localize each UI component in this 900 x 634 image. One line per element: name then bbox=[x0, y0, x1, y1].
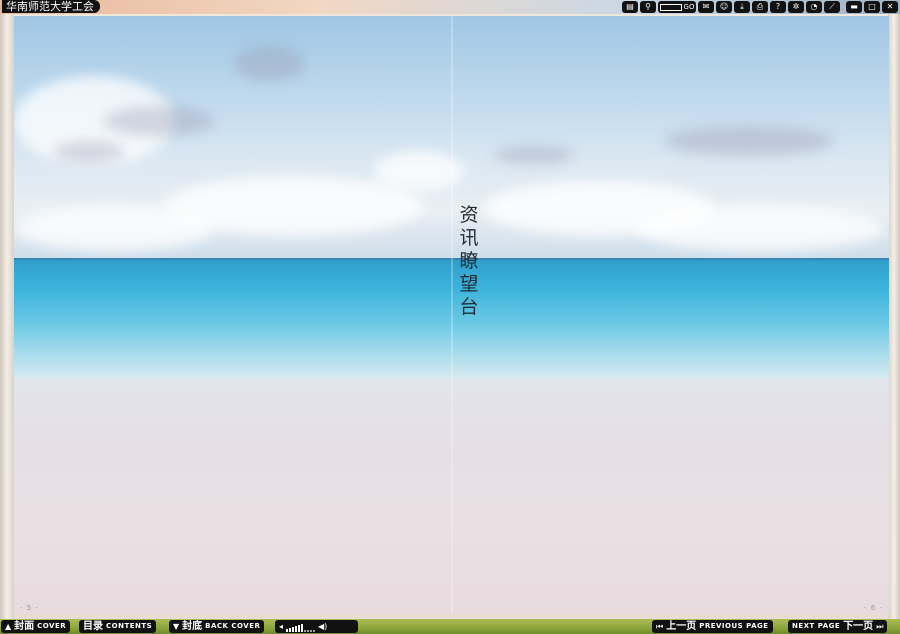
settings-icon[interactable]: ✲ bbox=[788, 1, 804, 13]
back-cover-label-en: BACK COVER bbox=[205, 622, 261, 630]
navigation-bar: ▲ 封面 COVER 目录 CONTENTS ▼ 封底 BACK COVER ◂… bbox=[0, 619, 900, 634]
maximize-icon[interactable]: □ bbox=[864, 1, 880, 13]
volume-bar bbox=[289, 627, 292, 632]
go-button[interactable]: GO bbox=[684, 1, 695, 13]
back-cover-button[interactable]: ▼ 封底 BACK COVER bbox=[169, 620, 265, 633]
volume-bar bbox=[292, 626, 295, 632]
toolbar: ▤ ⚲ GO ✉ ☺ ⤓ ⎙ ? ✲ ◔ ⟋ ▬ □ ✕ bbox=[622, 1, 898, 13]
down-arrow-icon: ▼ bbox=[173, 622, 180, 631]
volume-control[interactable]: ◂ ◀) bbox=[275, 620, 358, 633]
first-page-icon: ⏮ bbox=[656, 622, 664, 631]
volume-bar bbox=[286, 628, 289, 632]
close-icon[interactable]: ✕ bbox=[882, 1, 898, 13]
left-page-number: - 5 - bbox=[20, 604, 39, 612]
clock-icon[interactable]: ◔ bbox=[806, 1, 822, 13]
previous-label-en: PREVIOUS PAGE bbox=[699, 622, 769, 630]
share-icon[interactable]: ⟋ bbox=[824, 1, 840, 13]
next-page-button[interactable]: NEXT PAGE 下一页 ⏭ bbox=[788, 620, 888, 633]
volume-bar bbox=[298, 624, 301, 632]
zoom-icon[interactable]: ⚲ bbox=[640, 1, 656, 13]
volume-bar bbox=[304, 629, 307, 632]
user-icon[interactable]: ☺ bbox=[716, 1, 732, 13]
next-label-zh: 下一页 bbox=[843, 621, 874, 632]
cover-label-zh: 封面 bbox=[14, 621, 35, 632]
volume-bar bbox=[301, 623, 304, 632]
volume-bar bbox=[307, 629, 310, 632]
title-bar: 华南师范大学工会 ▤ ⚲ GO ✉ ☺ ⤓ ⎙ ? ✲ ◔ ⟋ ▬ □ ✕ bbox=[0, 0, 900, 14]
up-arrow-icon: ▲ bbox=[5, 622, 12, 631]
contents-button[interactable]: 目录 CONTENTS bbox=[79, 620, 157, 633]
contents-label-en: CONTENTS bbox=[106, 622, 153, 630]
page-gutter bbox=[451, 16, 453, 614]
page-headline: 资讯瞭望台 bbox=[459, 204, 479, 318]
next-label-en: NEXT PAGE bbox=[792, 622, 841, 630]
right-page-number: - 6 - bbox=[864, 604, 883, 612]
volume-bar bbox=[313, 629, 316, 632]
previous-label-zh: 上一页 bbox=[666, 621, 697, 632]
app-title: 华南师范大学工会 bbox=[2, 0, 100, 13]
volume-bar bbox=[295, 625, 298, 632]
volume-bar bbox=[310, 629, 313, 632]
download-icon[interactable]: ⤓ bbox=[734, 1, 750, 13]
volume-slider[interactable] bbox=[286, 622, 316, 632]
speaker-icon[interactable]: ◀) bbox=[318, 620, 327, 633]
page-spread[interactable]: 资讯瞭望台 - 5 - - 6 - bbox=[14, 16, 889, 614]
right-page-edge[interactable] bbox=[888, 14, 900, 619]
back-cover-label-zh: 封底 bbox=[182, 621, 203, 632]
left-page-edge[interactable] bbox=[0, 14, 14, 619]
last-page-icon: ⏭ bbox=[876, 622, 884, 631]
comment-icon[interactable]: ✉ bbox=[698, 1, 714, 13]
page-input[interactable]: GO bbox=[658, 1, 696, 13]
volume-down-icon[interactable]: ◂ bbox=[279, 620, 283, 633]
help-icon[interactable]: ? bbox=[770, 1, 786, 13]
previous-page-button[interactable]: ⏮ 上一页 PREVIOUS PAGE bbox=[652, 620, 773, 633]
page-number-field[interactable] bbox=[659, 3, 682, 11]
print-icon[interactable]: ⎙ bbox=[752, 1, 768, 13]
cover-button[interactable]: ▲ 封面 COVER bbox=[1, 620, 71, 633]
thumbnails-icon[interactable]: ▤ bbox=[622, 1, 638, 13]
minimize-icon[interactable]: ▬ bbox=[846, 1, 862, 13]
contents-label-zh: 目录 bbox=[83, 621, 103, 632]
cover-label-en: COVER bbox=[37, 622, 67, 630]
